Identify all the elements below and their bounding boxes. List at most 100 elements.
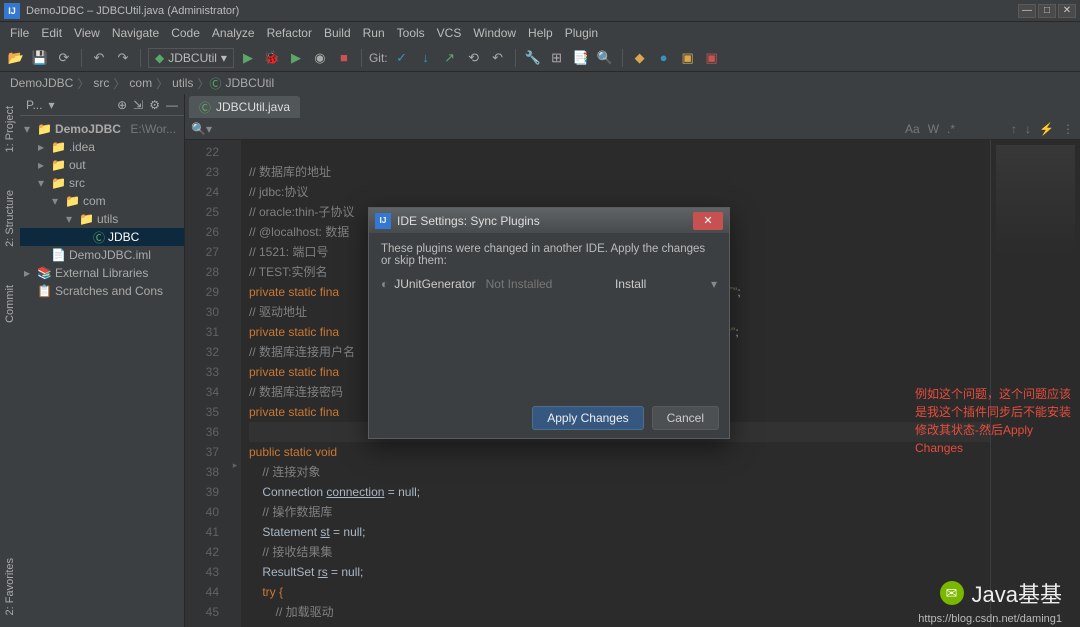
menu-run[interactable]: Run: [357, 26, 391, 40]
minimize-button[interactable]: —: [1018, 4, 1036, 18]
menu-vcs[interactable]: VCS: [431, 26, 468, 40]
tab-project[interactable]: 1: Project: [2, 102, 18, 156]
tree-idea: .idea: [69, 140, 95, 154]
dropdown-arrow-icon[interactable]: ▾: [711, 277, 717, 291]
collapse-icon[interactable]: ⇲: [133, 98, 143, 112]
save-icon[interactable]: 💾: [30, 48, 50, 68]
gear-icon[interactable]: ⚙: [149, 98, 160, 112]
run-config-dropdown[interactable]: ◆ JDBCUtil ▾: [148, 48, 234, 68]
project-view-label[interactable]: P...: [26, 98, 42, 112]
prev-icon[interactable]: ↑: [1011, 122, 1017, 136]
project-tree[interactable]: ▾📁DemoJDBC E:\Wor... ▸📁.idea ▸📁out ▾📁src…: [20, 116, 184, 304]
intellij-icon: IJ: [375, 213, 391, 229]
watermark: ✉ Java基基: [940, 577, 1062, 609]
menu-help[interactable]: Help: [522, 26, 559, 40]
git-update-icon[interactable]: ↓: [416, 48, 436, 68]
project-panel-header: P...▾ ⊕ ⇲ ⚙ —: [20, 94, 184, 116]
search-icon[interactable]: 🔍▾: [191, 122, 212, 136]
dropdown-arrow-icon: ▾: [221, 51, 227, 65]
stop-icon[interactable]: ■: [334, 48, 354, 68]
db-icon[interactable]: ▣: [678, 48, 698, 68]
hide-icon[interactable]: —: [166, 98, 178, 112]
project-panel: P...▾ ⊕ ⇲ ⚙ — ▾📁DemoJDBC E:\Wor... ▸📁.id…: [20, 94, 185, 627]
tree-src: src: [69, 176, 85, 190]
dialog-title-text: IDE Settings: Sync Plugins: [397, 214, 540, 228]
annotation-text: 例如这个问题，这个问题应该是我这个插件同步后不能安装 修改其状态-然后Apply…: [915, 385, 1080, 457]
titlebar: IJ DemoJDBC – JDBCUtil.java (Administrat…: [0, 0, 1080, 22]
git-rollback-icon[interactable]: ↶: [488, 48, 508, 68]
menu-tools[interactable]: Tools: [391, 26, 431, 40]
coverage-icon[interactable]: ▶: [286, 48, 306, 68]
search-icon[interactable]: 🔍: [595, 48, 615, 68]
plugin-name: JUnitGenerator: [394, 277, 475, 291]
tab-favorites[interactable]: 2: Favorites: [2, 554, 18, 619]
menu-file[interactable]: File: [4, 26, 35, 40]
find-bar: 🔍▾ Aa W .* ↑ ↓ ⚡ ⋮: [185, 118, 1080, 140]
menu-plugin[interactable]: Plugin: [559, 26, 604, 40]
breadcrumb-item[interactable]: DemoJDBC: [6, 76, 77, 90]
breadcrumb-item[interactable]: com: [125, 76, 156, 90]
plugin-row: ◐ JUnitGenerator Not Installed Install ▾: [381, 277, 717, 291]
tab-commit[interactable]: Commit: [2, 281, 18, 327]
plugin-icon: ◐: [381, 277, 388, 291]
dialog-titlebar[interactable]: IJ IDE Settings: Sync Plugins ✕: [369, 208, 729, 233]
menu-build[interactable]: Build: [318, 26, 357, 40]
git-history-icon[interactable]: ⟲: [464, 48, 484, 68]
profiler-icon[interactable]: ◉: [310, 48, 330, 68]
xrebel-icon[interactable]: ◆: [630, 48, 650, 68]
git-commit-icon[interactable]: ✓: [392, 48, 412, 68]
wrench-icon[interactable]: 🔧: [523, 48, 543, 68]
struct-icon[interactable]: ⊞: [547, 48, 567, 68]
separator: [81, 49, 82, 67]
minimap[interactable]: [990, 140, 1080, 627]
editor-tabs: Ⓒ JDBCUtil.java: [185, 94, 1080, 118]
menu-window[interactable]: Window: [467, 26, 522, 40]
undo-icon[interactable]: ↶: [89, 48, 109, 68]
fold-gutter[interactable]: ▸: [229, 140, 241, 627]
menu-edit[interactable]: Edit: [35, 26, 68, 40]
select-opened-icon[interactable]: ⊕: [117, 98, 127, 112]
cancel-button[interactable]: Cancel: [652, 406, 719, 430]
menubar: File Edit View Navigate Code Analyze Ref…: [0, 22, 1080, 44]
tree-scratches: Scratches and Cons: [55, 284, 163, 298]
run-config-label: JDBCUtil: [168, 51, 217, 65]
menu-refactor[interactable]: Refactor: [261, 26, 318, 40]
tree-iml: DemoJDBC.iml: [69, 248, 151, 262]
git-push-icon[interactable]: ↗: [440, 48, 460, 68]
maximize-button[interactable]: □: [1038, 4, 1056, 18]
intellij-icon: IJ: [4, 3, 20, 19]
dialog-close-button[interactable]: ✕: [693, 212, 723, 230]
breadcrumb-item[interactable]: utils: [168, 76, 197, 90]
plugin-action-dropdown[interactable]: Install: [615, 277, 705, 291]
separator: [622, 49, 623, 67]
separator: [140, 49, 141, 67]
more-icon[interactable]: ⋮: [1062, 122, 1074, 136]
apply-changes-button[interactable]: Apply Changes: [532, 406, 643, 430]
open-icon[interactable]: 📂: [6, 48, 26, 68]
breadcrumb-item[interactable]: JDBCUtil: [221, 76, 278, 90]
match-case-icon[interactable]: Aa: [905, 122, 920, 136]
dialog-body: These plugins were changed in another ID…: [369, 233, 729, 301]
debug-icon[interactable]: 🐞: [262, 48, 282, 68]
bookmark-icon[interactable]: 📑: [571, 48, 591, 68]
menu-navigate[interactable]: Navigate: [106, 26, 165, 40]
menu-view[interactable]: View: [68, 26, 106, 40]
tab-jdbcutil[interactable]: Ⓒ JDBCUtil.java: [189, 96, 300, 118]
tab-structure[interactable]: 2: Structure: [2, 186, 18, 251]
words-icon[interactable]: W: [928, 122, 939, 136]
run-icon[interactable]: ▶: [238, 48, 258, 68]
wechat-icon: ✉: [940, 581, 964, 605]
menu-analyze[interactable]: Analyze: [206, 26, 261, 40]
jrebel-icon[interactable]: ●: [654, 48, 674, 68]
plugin-icon[interactable]: ▣: [702, 48, 722, 68]
tree-com: com: [83, 194, 106, 208]
next-icon[interactable]: ↓: [1025, 122, 1031, 136]
filter-icon[interactable]: ⚡: [1039, 122, 1054, 136]
toolbar: 📂 💾 ⟳ ↶ ↷ ◆ JDBCUtil ▾ ▶ 🐞 ▶ ◉ ■ Git: ✓ …: [0, 44, 1080, 72]
regex-icon[interactable]: .*: [947, 122, 955, 136]
sync-icon[interactable]: ⟳: [54, 48, 74, 68]
breadcrumb-item[interactable]: src: [89, 76, 113, 90]
close-button[interactable]: ✕: [1058, 4, 1076, 18]
redo-icon[interactable]: ↷: [113, 48, 133, 68]
menu-code[interactable]: Code: [165, 26, 206, 40]
